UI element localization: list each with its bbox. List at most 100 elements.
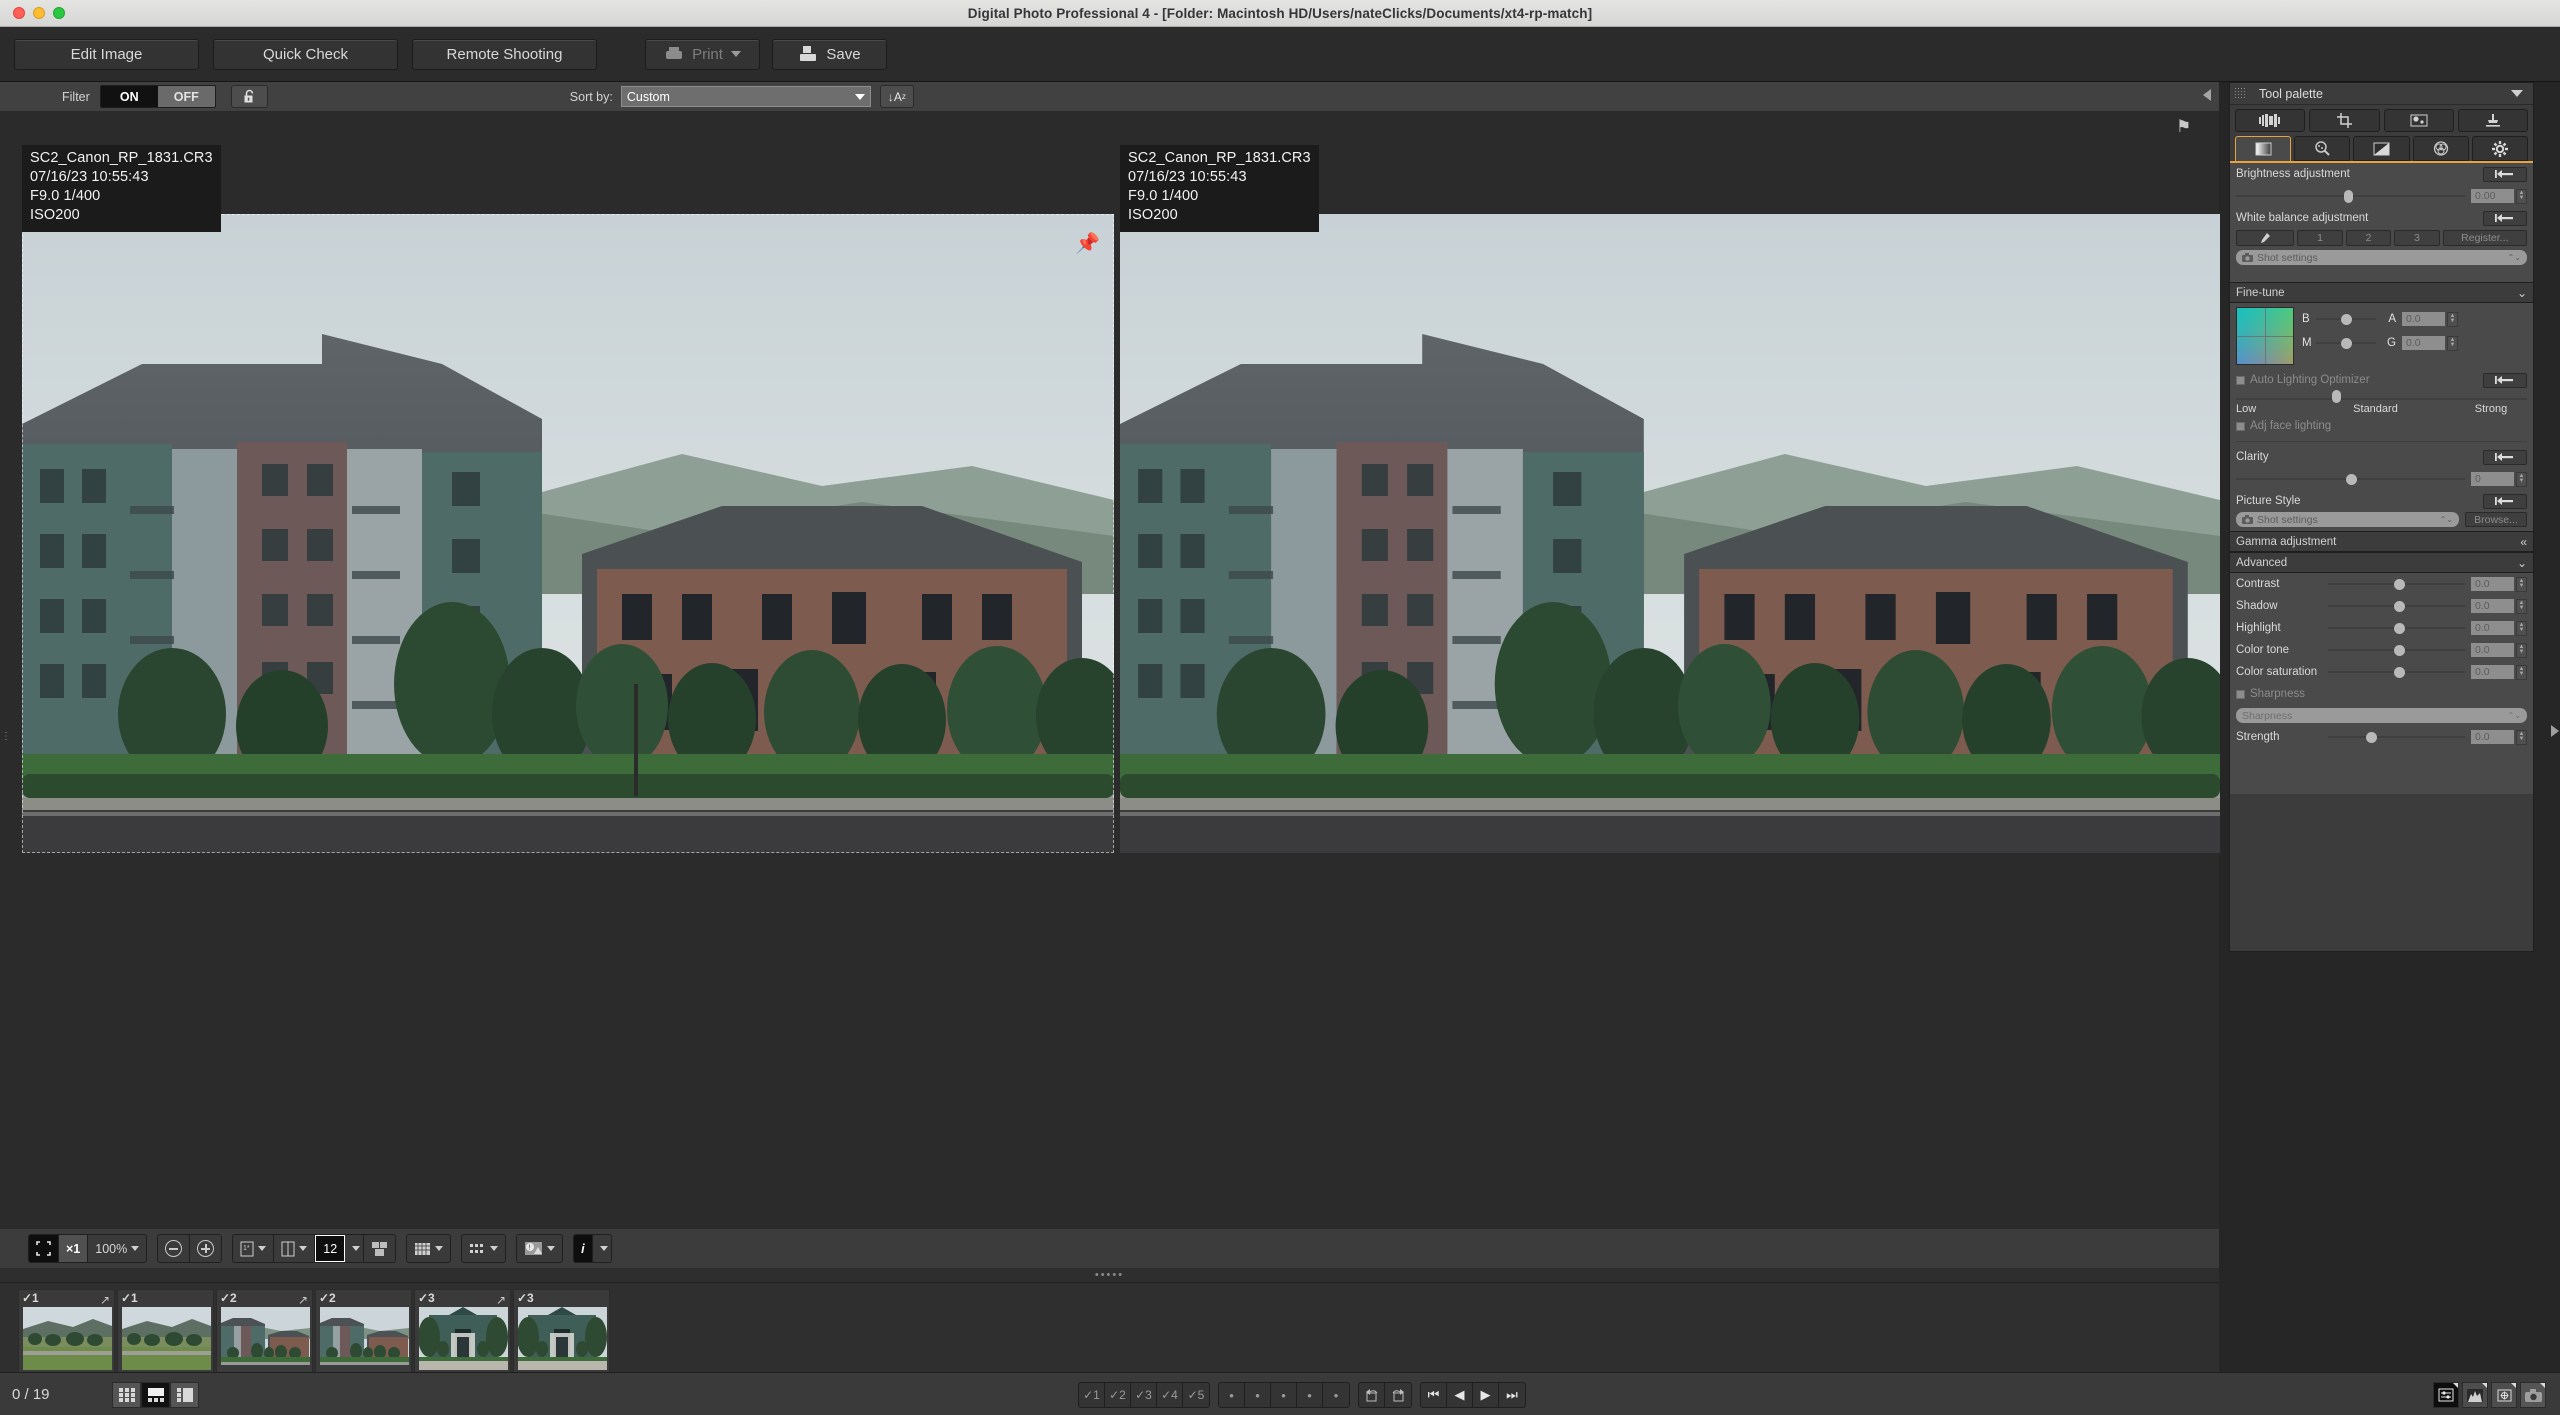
picture-style-select[interactable]: Shot settings ⌃⌄ (2236, 512, 2459, 527)
check-mark-button[interactable]: • (1297, 1383, 1323, 1407)
thumbnail-image[interactable] (419, 1307, 508, 1370)
view-mode-split[interactable] (170, 1382, 199, 1408)
thumbnail-image[interactable] (221, 1307, 310, 1370)
photo-left[interactable] (22, 214, 1114, 853)
adj-face-checkbox[interactable] (2236, 421, 2245, 431)
fine-tune-a-stepper[interactable]: ▲ ▼ (2447, 311, 2458, 327)
two-up-button[interactable]: 12 (315, 1235, 346, 1262)
nav-first-button[interactable]: ⏮ (1421, 1383, 1447, 1407)
slider-knob[interactable] (2393, 667, 2405, 678)
view-mode-preview[interactable] (141, 1382, 170, 1408)
nav-next-button[interactable]: ▶ (1473, 1383, 1499, 1407)
multi-layout-button[interactable] (462, 1235, 506, 1262)
fine-tune-ba-slider[interactable] (2316, 312, 2376, 326)
thumbnail-image[interactable] (122, 1307, 211, 1370)
rating-button[interactable]: ✓5 (1183, 1383, 1209, 1407)
zoom-level-select[interactable]: 100% (88, 1235, 147, 1262)
wb-preset-1-button[interactable]: 1 (2297, 230, 2343, 246)
wb-preset-3-button[interactable]: 3 (2394, 230, 2440, 246)
rating-button[interactable]: ✓1 (1079, 1383, 1105, 1407)
print-button[interactable]: Print (645, 38, 760, 70)
panel-resize-handle[interactable]: ••••• (0, 1268, 2219, 1282)
tab-color-adjust[interactable] (2412, 136, 2469, 161)
grid-overlay-button[interactable] (407, 1235, 451, 1262)
histogram-toggle-button[interactable] (2462, 1382, 2488, 1408)
slider-knob[interactable] (2341, 338, 2353, 349)
eyedropper-button[interactable] (2236, 230, 2295, 246)
filter-off-button[interactable]: OFF (157, 86, 215, 107)
tab-stamp[interactable] (2457, 109, 2528, 132)
advanced-row-slider[interactable] (2328, 621, 2465, 635)
advanced-section-header[interactable]: Advanced ⌄ (2230, 552, 2533, 573)
color-wheel[interactable] (2236, 307, 2294, 365)
chevron-down-icon[interactable] (730, 51, 741, 57)
brightness-slider[interactable] (2236, 189, 2465, 203)
clarity-value[interactable]: 0 (2471, 472, 2514, 486)
alo-reset-button[interactable] (2483, 372, 2527, 388)
zoom-in-button[interactable] (190, 1235, 222, 1262)
zoom-out-button[interactable] (158, 1235, 191, 1262)
tool-palette-toggle-button[interactable] (2433, 1382, 2459, 1408)
highlight-warning-button[interactable]: ! (517, 1235, 563, 1262)
sharpness-select[interactable]: Sharpness ⌃⌄ (2236, 708, 2527, 723)
rating-button[interactable]: ✓3 (1131, 1383, 1157, 1407)
check-mark-button[interactable]: • (1245, 1383, 1271, 1407)
thumbnail-image[interactable] (23, 1307, 112, 1370)
advanced-row-value[interactable]: 0.0 (2471, 643, 2514, 657)
strength-value[interactable]: 0.0 (2471, 730, 2514, 744)
clarity-stepper[interactable]: ▲ ▼ (2516, 471, 2527, 487)
strength-stepper[interactable]: ▲ ▼ (2516, 729, 2527, 745)
advanced-row-stepper[interactable]: ▲ ▼ (2516, 576, 2527, 592)
collapse-panel-icon[interactable] (2203, 89, 2211, 101)
photo-right[interactable] (1120, 214, 2220, 853)
white-balance-select[interactable]: Shot settings ⌃⌄ (2236, 250, 2527, 265)
strength-slider[interactable] (2328, 730, 2465, 744)
brightness-stepper[interactable]: ▲ ▼ (2516, 188, 2527, 204)
navigator-toggle-button[interactable] (2491, 1382, 2517, 1408)
tab-tone-curve[interactable] (2353, 136, 2410, 161)
filter-lock-button[interactable] (230, 85, 268, 108)
fine-tune-mg-slider[interactable] (2316, 336, 2376, 350)
sort-select[interactable]: Custom (620, 86, 871, 107)
advanced-row-slider[interactable] (2328, 599, 2465, 613)
advanced-row-stepper[interactable]: ▲ ▼ (2516, 598, 2527, 614)
collapse-right-panel-icon[interactable] (2551, 725, 2559, 737)
slider-knob[interactable] (2393, 579, 2405, 590)
pin-icon[interactable]: 📌 (1075, 231, 1100, 256)
fine-tune-g-value[interactable]: 0.0 (2402, 336, 2445, 350)
clarity-slider[interactable] (2236, 472, 2465, 486)
advanced-row-slider[interactable] (2328, 643, 2465, 657)
slider-knob[interactable] (2366, 732, 2378, 743)
slider-knob[interactable] (2343, 190, 2353, 203)
quick-check-button[interactable]: Quick Check (213, 38, 398, 70)
advanced-row-value[interactable]: 0.0 (2471, 665, 2514, 679)
brightness-value[interactable]: 0.00 (2471, 189, 2514, 203)
tab-basic-adjust[interactable] (2235, 136, 2292, 161)
wb-preset-2-button[interactable]: 2 (2345, 230, 2392, 246)
edit-image-button[interactable]: Edit Image (14, 38, 199, 70)
slider-knob[interactable] (2393, 601, 2405, 612)
rating-button[interactable]: ✓4 (1157, 1383, 1183, 1407)
fine-tune-section-header[interactable]: Fine-tune ⌄ (2230, 282, 2533, 303)
before-after-button[interactable] (274, 1235, 316, 1262)
nav-last-button[interactable]: ⏭ (1499, 1383, 1525, 1407)
left-panel-handle[interactable]: ⋮ (1, 725, 11, 747)
rating-button[interactable]: ✓2 (1105, 1383, 1131, 1407)
chevron-down-icon[interactable] (2511, 90, 2523, 97)
camera-connect-button[interactable] (2520, 1382, 2546, 1408)
tab-histogram[interactable] (2235, 109, 2306, 132)
chevron-down-icon[interactable]: ⌄ (2517, 556, 2527, 570)
chevron-left-icon[interactable]: « (2520, 535, 2527, 549)
fine-tune-g-stepper[interactable]: ▲ ▼ (2447, 335, 2458, 351)
white-balance-reset-button[interactable] (2483, 210, 2527, 226)
fit-to-window-button[interactable] (29, 1235, 59, 1262)
slider-knob[interactable] (2341, 314, 2353, 325)
slider-knob[interactable] (2393, 623, 2405, 634)
tab-stamp-dust[interactable] (2383, 109, 2454, 132)
check-mark-button[interactable]: • (1323, 1383, 1349, 1407)
filter-toggle[interactable]: ON OFF (99, 85, 216, 108)
nav-prev-button[interactable]: ◀ (1447, 1383, 1473, 1407)
sharpness-checkbox[interactable] (2236, 689, 2245, 699)
wb-register-button[interactable]: Register... (2442, 230, 2528, 246)
filter-on-button[interactable]: ON (100, 86, 158, 107)
